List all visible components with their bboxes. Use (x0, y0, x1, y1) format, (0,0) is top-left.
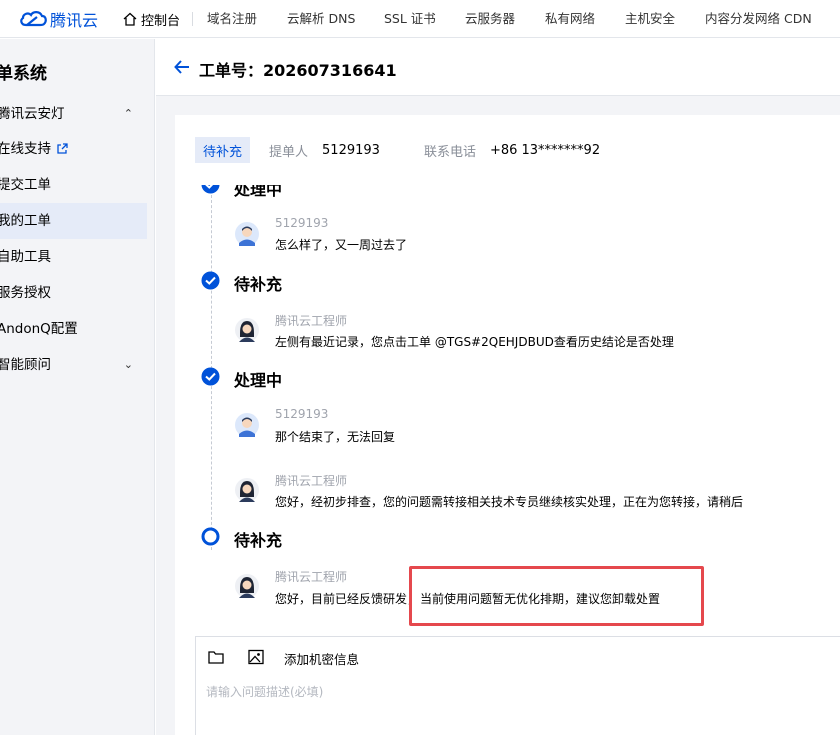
brand-logo[interactable]: 腾讯云 (18, 8, 98, 30)
check-circle-icon (201, 367, 220, 386)
sidebar-title: 单系统 (0, 64, 47, 84)
sidebar-item-label: 自助工具 (0, 249, 51, 265)
sidebar-item-authorization[interactable]: 服务授权 (0, 275, 147, 311)
chevron-up-icon: ⌃ (123, 107, 133, 120)
check-circle-icon (201, 271, 220, 290)
cloud-logo-icon (20, 11, 47, 27)
timeline-status: 处理中 (234, 371, 283, 390)
nav-divider (192, 12, 193, 26)
phone-label: 联系电话 (423, 144, 476, 160)
message-text[interactable]: 左侧有最近记录，您点击工单 @TGS#2QEHJDBUD查看历史结论是否处理 (275, 333, 674, 350)
sidebar-item-smart-advisor[interactable]: 智能顾问 ⌄ (0, 347, 147, 383)
nav-link-cvm[interactable]: 云服务器 (465, 0, 515, 38)
highlight-box (409, 566, 704, 626)
message-author: 腾讯云工程师 (275, 570, 348, 584)
sidebar-item-label: 智能顾问 (0, 357, 51, 373)
message-text: 那个结束了，无法回复 (275, 430, 396, 444)
console-link[interactable]: 控制台 (122, 0, 180, 38)
engineer-avatar-icon (235, 478, 259, 502)
brand-name: 腾讯云 (50, 11, 99, 30)
page-header: 工单号：202607316641 (156, 39, 840, 96)
timeline-status: 待补充 (234, 531, 283, 550)
current-circle-icon (201, 527, 220, 546)
top-nav: 腾讯云 控制台 域名注册 云解析 DNS SSL 证书 云服务器 私有网络 主机… (0, 0, 840, 38)
page-title: 工单号：202607316641 (199, 61, 397, 80)
phone-value: +86 13*******92 (489, 142, 601, 158)
chevron-down-icon: ⌄ (123, 358, 133, 371)
nav-link-vpc[interactable]: 私有网络 (545, 0, 595, 38)
back-arrow-icon[interactable] (173, 58, 191, 76)
user-avatar-icon (235, 413, 259, 437)
ticket-info-bar: 待补充 提单人 5129193 联系电话 +86 13*******92 (195, 136, 601, 164)
image-icon[interactable] (247, 648, 265, 666)
sidebar-item-my-tickets[interactable]: 我的工单 (0, 203, 147, 239)
home-icon (123, 12, 137, 26)
folder-icon[interactable] (207, 648, 225, 666)
message-author: 5129193 (275, 407, 329, 421)
sidebar-item-self-service[interactable]: 自助工具 (0, 239, 147, 275)
sidebar-item-label: 在线支持 (0, 141, 51, 157)
sidebar-item-online-support[interactable]: 在线支持 (0, 131, 147, 167)
sidebar-item-andonq-config[interactable]: AndonQ配置 (0, 311, 147, 347)
sidebar-item-andon[interactable]: 腾讯云安灯 ⌃ (0, 96, 147, 132)
sidebar-item-submit-ticket[interactable]: 提交工单 (0, 167, 147, 203)
message-text: 怎么样了，又一周过去了 (275, 238, 408, 252)
scroll-mask (175, 163, 840, 185)
message-author: 5129193 (275, 216, 329, 230)
sidebar-item-label: 提交工单 (0, 177, 51, 193)
message-author: 腾讯云工程师 (275, 314, 348, 328)
submitter-label: 提单人 (269, 144, 309, 160)
message-text: 您好，目前已经反馈研发， (275, 592, 420, 606)
message-text: 您好，经初步排查，您的问题需转接相关技术专员继续核实处理，正在为您转接，请稍后 (275, 495, 744, 509)
description-placeholder: 请输入问题描述(必填) (206, 685, 324, 699)
add-secret-info-button[interactable]: 添加机密信息 (284, 649, 359, 668)
engineer-avatar-icon (235, 318, 259, 342)
user-avatar-icon (235, 222, 259, 246)
nav-link-domain[interactable]: 域名注册 (207, 0, 257, 38)
nav-link-host-security[interactable]: 主机安全 (625, 0, 675, 38)
message-author: 腾讯云工程师 (275, 474, 348, 488)
sidebar-item-label: 腾讯云安灯 (0, 106, 65, 122)
nav-link-dns[interactable]: 云解析 DNS (287, 0, 355, 38)
console-label: 控制台 (141, 13, 181, 29)
timeline-status: 待补充 (234, 275, 283, 294)
sidebar-item-label: AndonQ配置 (0, 321, 78, 337)
external-link-icon (57, 143, 68, 154)
submitter-value: 5129193 (322, 142, 380, 158)
engineer-avatar-icon (235, 574, 259, 598)
nav-link-cdn[interactable]: 内容分发网络 CDN (705, 0, 812, 38)
status-badge: 待补充 (195, 136, 251, 164)
sidebar-item-label: 服务授权 (0, 285, 51, 301)
sidebar-item-label: 我的工单 (0, 213, 51, 229)
nav-link-ssl[interactable]: SSL 证书 (384, 0, 436, 38)
